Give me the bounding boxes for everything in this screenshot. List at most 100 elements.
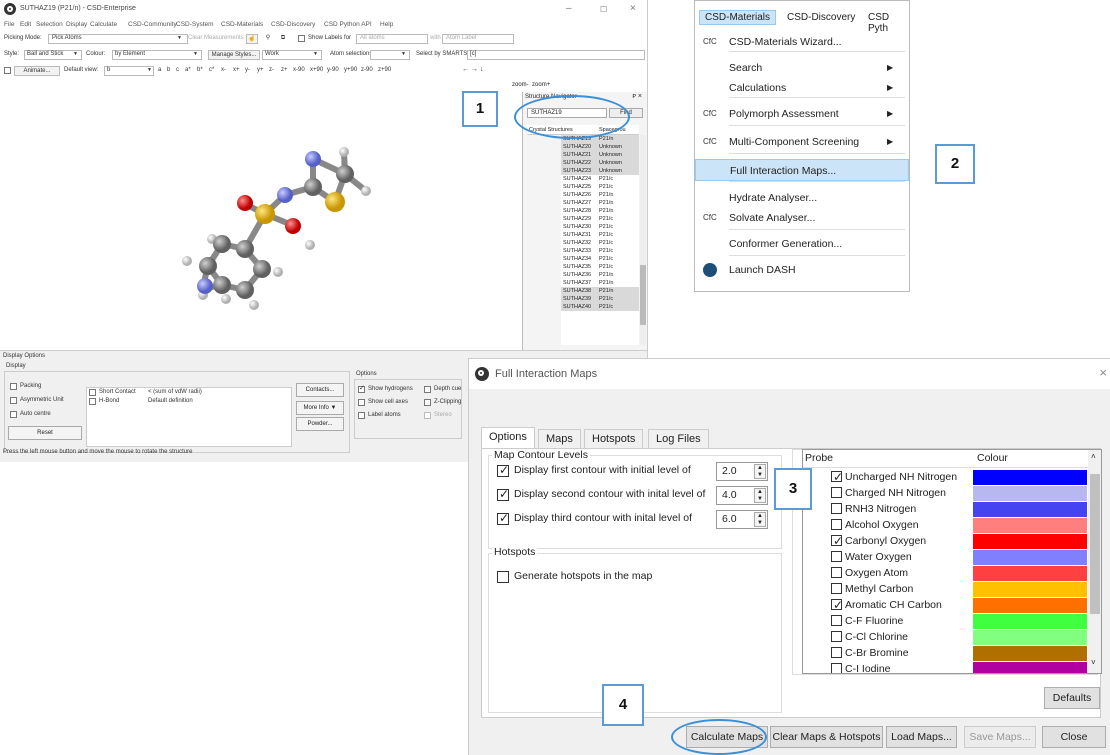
more-info-button[interactable]: More Info ▼ bbox=[296, 401, 344, 415]
structure-row[interactable]: SUTHAZ37 P21/n bbox=[561, 279, 639, 287]
close-icon[interactable]: × bbox=[630, 3, 636, 14]
copy-icon[interactable]: ⧉ bbox=[277, 34, 289, 44]
animate-checkbox[interactable] bbox=[4, 67, 11, 74]
default-view-select[interactable]: b ▼ bbox=[104, 66, 154, 76]
tab-maps[interactable]: Maps bbox=[538, 429, 581, 449]
menu-item-polymorph-assessment[interactable]: CfC Polymorph Assessment ▶ bbox=[695, 103, 909, 125]
structure-row[interactable]: SUTHAZ30 P21/c bbox=[561, 223, 639, 231]
probe-checkbox[interactable] bbox=[831, 597, 843, 613]
reset-button[interactable]: Reset bbox=[8, 426, 82, 440]
menu-edit[interactable]: Edit bbox=[20, 21, 31, 28]
probe-colour-swatch[interactable] bbox=[973, 646, 1087, 661]
colour-select[interactable]: by Element ▼ bbox=[112, 50, 202, 60]
probe-checkbox[interactable] bbox=[831, 567, 842, 578]
navigation-arrows[interactable]: ← → ↓ bbox=[462, 66, 483, 73]
menu-item-full-interaction-maps[interactable]: Full Interaction Maps... bbox=[695, 159, 909, 181]
menu-csd-discovery[interactable]: CSD-Discovery bbox=[787, 12, 855, 23]
structure-row[interactable]: SUTHAZ21 Unknown bbox=[561, 151, 639, 159]
structure-row[interactable]: SUTHAZ26 P21/n bbox=[561, 191, 639, 199]
view-axis-button[interactable]: c* bbox=[209, 67, 214, 73]
animate-button[interactable]: Animate... bbox=[14, 66, 60, 76]
view-axis-button[interactable]: y+ bbox=[257, 67, 264, 73]
menu-calculate[interactable]: Calculate bbox=[90, 21, 117, 28]
structure-row[interactable]: SUTHAZ20 Unknown bbox=[561, 143, 639, 151]
menu-help[interactable]: Help bbox=[380, 21, 393, 28]
structure-row[interactable]: SUTHAZ29 P21/c bbox=[561, 215, 639, 223]
structure-row[interactable]: SUTHAZ32 P21/c bbox=[561, 239, 639, 247]
third-contour-spinbox[interactable]: 6.0 ▲ ▼ bbox=[716, 510, 768, 529]
view-axis-button[interactable]: x+90 bbox=[310, 67, 323, 73]
probe-colour-swatch[interactable] bbox=[973, 566, 1087, 581]
short-contact-checkbox[interactable] bbox=[89, 389, 96, 396]
menu-csd-discovery[interactable]: CSD-Discovery bbox=[271, 21, 315, 28]
probe-colour-swatch[interactable] bbox=[973, 598, 1087, 613]
menu-csd-system[interactable]: CSD-System bbox=[176, 21, 214, 28]
structure-row[interactable]: SUTHAZ24 P21/c bbox=[561, 175, 639, 183]
probe-colour-swatch[interactable] bbox=[973, 486, 1087, 501]
depth-cue-checkbox[interactable] bbox=[424, 386, 431, 393]
defaults-button[interactable]: Defaults bbox=[1044, 687, 1100, 709]
structure-row[interactable]: SUTHAZ36 P21/n bbox=[561, 271, 639, 279]
atom-selections-select[interactable]: ▼ bbox=[370, 50, 410, 60]
probe-checkbox[interactable] bbox=[831, 631, 842, 642]
panel-float-close-icon[interactable]: ᴘ × bbox=[632, 93, 642, 100]
clear-maps-hotspots-button[interactable]: Clear Maps & Hotspots bbox=[770, 726, 883, 748]
picking-mode-select[interactable]: Pick Atoms ▼ bbox=[48, 34, 188, 44]
load-maps-button[interactable]: Load Maps... bbox=[886, 726, 957, 748]
menu-csd-materials[interactable]: CSD-Materials bbox=[699, 10, 777, 25]
molecule-viewer[interactable] bbox=[0, 99, 522, 349]
probe-scrollbar[interactable]: ˄ ˅ bbox=[1088, 450, 1101, 673]
save-maps-button[interactable]: Save Maps... bbox=[964, 726, 1036, 748]
structure-row[interactable]: SUTHAZ31 P21/c bbox=[561, 231, 639, 239]
probe-checkbox[interactable] bbox=[831, 551, 842, 562]
structure-row[interactable]: SUTHAZ28 P21/n bbox=[561, 207, 639, 215]
view-axis-button[interactable]: c bbox=[176, 67, 179, 73]
probe-colour-swatch[interactable] bbox=[973, 582, 1087, 597]
asymmetric-unit-checkbox[interactable] bbox=[10, 397, 17, 404]
first-contour-spinbox[interactable]: 2.0 ▲ ▼ bbox=[716, 462, 768, 481]
menu-item-search[interactable]: Search ▶ bbox=[695, 57, 909, 79]
menu-item-solvate-analyser[interactable]: CfC Solvate Analyser... bbox=[695, 207, 909, 229]
menu-item-multi-component-screening[interactable]: CfC Multi-Component Screening ▶ bbox=[695, 131, 909, 153]
show-hydrogens-checkbox[interactable] bbox=[358, 384, 365, 393]
packing-checkbox[interactable] bbox=[10, 383, 17, 390]
view-axis-button[interactable]: b* bbox=[197, 67, 203, 73]
probe-checkbox[interactable] bbox=[831, 647, 842, 658]
first-contour-checkbox[interactable] bbox=[497, 463, 509, 477]
structure-row[interactable]: SUTHAZ38 P21/n bbox=[561, 287, 639, 295]
z-clipping-checkbox[interactable] bbox=[424, 399, 431, 406]
probe-row[interactable]: Alcohol Oxygen bbox=[803, 517, 1088, 533]
menu-selection[interactable]: Selection bbox=[36, 21, 63, 28]
probe-row[interactable]: Carbonyl Oxygen bbox=[803, 533, 1088, 549]
view-axis-button[interactable]: x+ bbox=[233, 67, 240, 73]
probe-checkbox[interactable] bbox=[831, 503, 842, 514]
structure-row[interactable]: SUTHAZ35 P21/c bbox=[561, 263, 639, 271]
probe-colour-swatch[interactable] bbox=[973, 550, 1087, 565]
probe-checkbox[interactable] bbox=[831, 533, 843, 549]
probe-colour-swatch[interactable] bbox=[973, 614, 1087, 629]
view-axis-button[interactable]: z+90 bbox=[378, 67, 391, 73]
probe-row[interactable]: Charged NH Nitrogen bbox=[803, 485, 1088, 501]
contacts-button[interactable]: Contacts... bbox=[296, 383, 344, 397]
probe-colour-swatch[interactable] bbox=[973, 518, 1087, 533]
probe-row[interactable]: Aromatic CH Carbon bbox=[803, 597, 1088, 613]
show-labels-select[interactable]: All atoms bbox=[356, 34, 428, 44]
menu-csd-materials[interactable]: CSD-Materials bbox=[221, 21, 263, 28]
menu-display[interactable]: Display bbox=[66, 21, 87, 28]
smarts-input[interactable]: [c] bbox=[467, 50, 645, 60]
menu-item-conformer-generation[interactable]: Conformer Generation... bbox=[695, 233, 909, 255]
structure-row[interactable]: SUTHAZ33 P21/c bbox=[561, 247, 639, 255]
view-axis-button[interactable]: a bbox=[158, 67, 161, 73]
probe-colour-swatch[interactable] bbox=[973, 470, 1087, 485]
menu-csd-community[interactable]: CSD-Community bbox=[128, 21, 177, 28]
zoom-out-button[interactable]: zoom- bbox=[512, 82, 529, 88]
menu-file[interactable]: File bbox=[4, 21, 14, 28]
clear-measurements-button[interactable]: Clear Measurements bbox=[188, 35, 244, 41]
stereo-checkbox[interactable] bbox=[424, 412, 431, 419]
auto-centre-checkbox[interactable] bbox=[10, 411, 17, 418]
structure-row[interactable]: SUTHAZ23 Unknown bbox=[561, 167, 639, 175]
pick-icon[interactable]: ☝ bbox=[246, 34, 258, 44]
menu-item-calculations[interactable]: Calculations ▶ bbox=[695, 77, 909, 99]
probe-colour-swatch[interactable] bbox=[973, 630, 1087, 645]
probe-row[interactable]: Oxygen Atom bbox=[803, 565, 1088, 581]
